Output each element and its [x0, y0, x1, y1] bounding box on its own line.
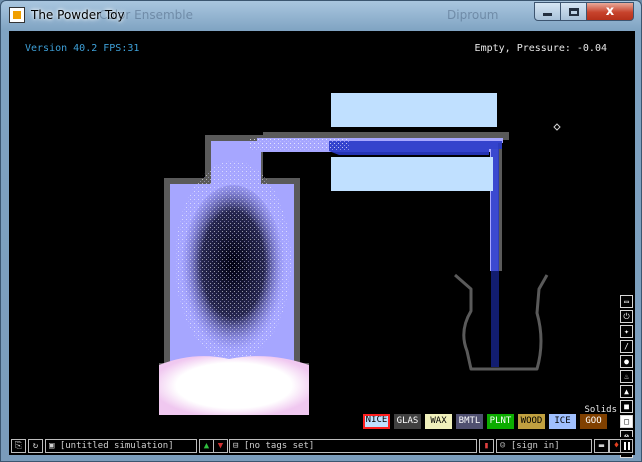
ice-block-top: [331, 93, 497, 127]
element-button[interactable]: GLAS: [394, 414, 421, 429]
minimize-icon: [543, 13, 552, 16]
vote-up-button[interactable]: ▲: [199, 439, 214, 453]
maximize-button[interactable]: [560, 2, 587, 21]
sign-in-label: [sign in]: [510, 441, 560, 451]
electronics-icon[interactable]: ▭: [620, 295, 633, 308]
solids-icon[interactable]: □: [620, 415, 633, 428]
powered-icon[interactable]: ⏻: [620, 310, 633, 323]
element-button[interactable]: WOOD: [518, 414, 545, 429]
element-button[interactable]: NICE: [363, 414, 390, 429]
simulation-area[interactable]: Version 40.2 FPS:31 Empty, Pressure: -0.…: [9, 31, 635, 458]
heating-element: [159, 356, 309, 415]
open-simulation-icon[interactable]: ⎘: [11, 439, 26, 453]
element-button[interactable]: BMTL: [456, 414, 483, 429]
simulation-canvas[interactable]: [9, 31, 619, 437]
save-simulation-button[interactable]: ▣ [untitled simulation]: [45, 439, 197, 453]
element-button[interactable]: PLNT: [487, 414, 514, 429]
cursor-icon: [553, 123, 561, 131]
sensors-icon[interactable]: ✦: [620, 325, 633, 338]
clear-simulation-icon[interactable]: ▮: [479, 439, 494, 453]
force-icon[interactable]: /: [620, 340, 633, 353]
close-button[interactable]: x: [586, 2, 634, 21]
reload-icon[interactable]: ↻: [28, 439, 43, 453]
version-fps-label: Version 40.2 FPS:31: [25, 43, 140, 54]
category-menu: ▭ ⏻ ✦ / ● ♨ ▲ ■ □ ☢ ★: [620, 295, 634, 458]
element-button[interactable]: ICE: [549, 414, 576, 429]
render-options-icon[interactable]: ▬: [594, 439, 609, 453]
bottom-toolbar: ⎘ ↻ ▣ [untitled simulation] ▲ ▼ ⊟ [no ta…: [9, 437, 635, 455]
vote-down-button[interactable]: ▼: [213, 439, 228, 453]
element-button[interactable]: GOO: [580, 414, 607, 429]
tags-button[interactable]: ⊟ [no tags set]: [229, 439, 477, 453]
save-icon: ▣: [49, 441, 55, 451]
element-button[interactable]: WAX: [425, 414, 452, 429]
hover-status-label: Empty, Pressure: -0.04: [474, 43, 607, 54]
explosives-icon[interactable]: ●: [620, 355, 633, 368]
minimize-button[interactable]: [534, 2, 561, 21]
tube-spray: [249, 139, 349, 151]
liquids-icon[interactable]: ▲: [620, 385, 633, 398]
app-window: The Powder Toy Color Ensemble Diproum x: [0, 0, 642, 462]
background-window-title-right: Diproum: [447, 8, 499, 22]
element-palette: NICE GLAS WAX BMTL PLNT WOOD ICE GOO: [363, 414, 607, 429]
powder-toy-icon: [9, 7, 25, 23]
user-icon: ☺: [500, 441, 506, 451]
tags-label: [no tags set]: [243, 441, 315, 451]
sign-in-button[interactable]: ☺ [sign in]: [496, 439, 592, 453]
background-window-title: Color Ensemble: [99, 8, 193, 22]
vapor-speckles: [175, 161, 291, 361]
collection-beaker: [454, 273, 549, 371]
beaker-liquid-stream: [491, 271, 499, 367]
title-bar[interactable]: The Powder Toy Color Ensemble Diproum x: [1, 1, 641, 31]
maximize-icon: [568, 7, 579, 16]
simulation-name: [untitled simulation]: [59, 441, 174, 451]
ice-block-bottom: [331, 157, 493, 191]
tag-icon: ⊟: [233, 441, 239, 451]
powders-icon[interactable]: ■: [620, 400, 633, 413]
gases-icon[interactable]: ♨: [620, 370, 633, 383]
pause-button[interactable]: [620, 439, 633, 453]
condensing-liquid: [329, 141, 502, 155]
